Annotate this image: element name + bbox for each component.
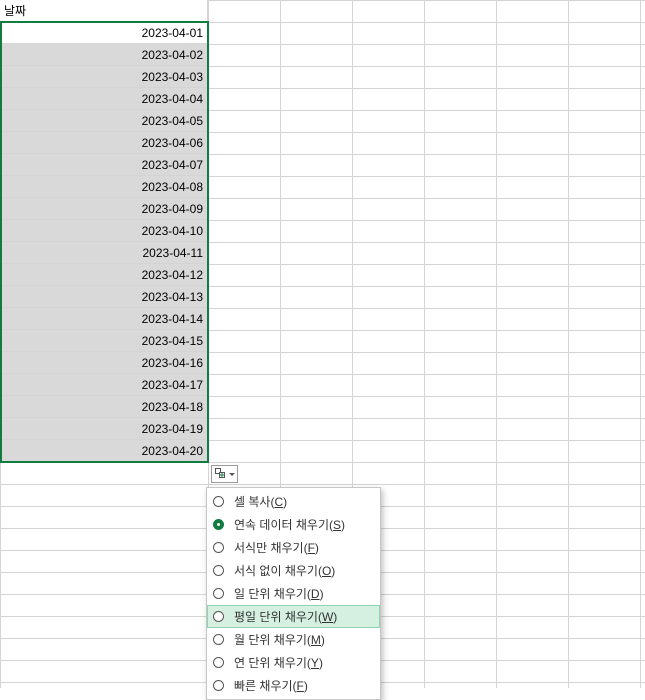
menu-item-0[interactable]: 셀 복사(C) [207, 490, 380, 513]
spreadsheet-grid[interactable]: 날짜 2023-04-012023-04-022023-04-032023-04… [0, 0, 645, 688]
menu-item-5[interactable]: 평일 단위 채우기(W) [207, 605, 380, 628]
date-cell[interactable]: 2023-04-13 [0, 286, 208, 308]
menu-item-label: 셀 복사(C) [234, 493, 370, 510]
menu-item-label: 서식만 채우기(F) [234, 539, 370, 556]
date-cell[interactable]: 2023-04-09 [0, 198, 208, 220]
radio-icon [213, 588, 224, 599]
date-cell[interactable]: 2023-04-07 [0, 154, 208, 176]
menu-item-6[interactable]: 월 단위 채우기(M) [207, 628, 380, 651]
header-cell[interactable]: 날짜 [0, 0, 208, 22]
date-cell[interactable]: 2023-04-14 [0, 308, 208, 330]
autofill-options-menu: 셀 복사(C) 연속 데이터 채우기(S) 서식만 채우기(F) 서식 없이 채우기(… [206, 487, 381, 700]
menu-item-label: 빠른 채우기(F) [234, 677, 370, 694]
date-cell[interactable]: 2023-04-04 [0, 88, 208, 110]
date-cell[interactable]: 2023-04-08 [0, 176, 208, 198]
date-cell[interactable]: 2023-04-11 [0, 242, 208, 264]
menu-item-label: 서식 없이 채우기(O) [234, 562, 370, 579]
menu-item-accelerator: O [322, 564, 331, 578]
date-cell[interactable]: 2023-04-06 [0, 132, 208, 154]
menu-item-label: 월 단위 채우기(M) [234, 631, 370, 648]
column-a: 날짜 2023-04-012023-04-022023-04-032023-04… [0, 0, 208, 462]
radio-icon [213, 680, 224, 691]
menu-item-8[interactable]: 빠른 채우기(F) [207, 674, 380, 697]
date-cell[interactable]: 2023-04-12 [0, 264, 208, 286]
date-cell[interactable]: 2023-04-10 [0, 220, 208, 242]
menu-item-accelerator: D [311, 587, 320, 601]
date-cell[interactable]: 2023-04-18 [0, 396, 208, 418]
date-cell[interactable]: 2023-04-05 [0, 110, 208, 132]
menu-item-7[interactable]: 연 단위 채우기(Y) [207, 651, 380, 674]
radio-icon [213, 565, 224, 576]
date-cell[interactable]: 2023-04-16 [0, 352, 208, 374]
date-cell[interactable]: 2023-04-02 [0, 44, 208, 66]
date-cell[interactable]: 2023-04-20 [0, 440, 208, 462]
radio-icon [213, 611, 224, 622]
menu-item-label: 평일 단위 채우기(W) [234, 608, 370, 625]
radio-icon [213, 634, 224, 645]
chevron-down-icon [229, 473, 235, 476]
menu-item-accelerator: M [311, 633, 321, 647]
menu-item-accelerator: W [322, 610, 333, 624]
menu-item-3[interactable]: 서식 없이 채우기(O) [207, 559, 380, 582]
menu-item-2[interactable]: 서식만 채우기(F) [207, 536, 380, 559]
menu-item-accelerator: S [333, 518, 341, 532]
menu-item-label: 연속 데이터 채우기(S) [234, 516, 370, 533]
menu-item-accelerator: Y [311, 656, 319, 670]
menu-item-accelerator: F [308, 541, 315, 555]
radio-icon [213, 496, 224, 507]
radio-icon [213, 542, 224, 553]
menu-item-label: 일 단위 채우기(D) [234, 585, 370, 602]
autofill-options-button[interactable] [211, 465, 238, 483]
date-cell[interactable]: 2023-04-19 [0, 418, 208, 440]
menu-item-1[interactable]: 연속 데이터 채우기(S) [207, 513, 380, 536]
menu-item-accelerator: C [274, 495, 283, 509]
date-cell[interactable]: 2023-04-01 [0, 22, 208, 44]
date-cell[interactable]: 2023-04-03 [0, 66, 208, 88]
menu-item-label: 연 단위 채우기(Y) [234, 654, 370, 671]
date-cell[interactable]: 2023-04-17 [0, 374, 208, 396]
radio-icon [213, 519, 224, 530]
menu-item-accelerator: F [297, 679, 304, 693]
date-cell[interactable]: 2023-04-15 [0, 330, 208, 352]
autofill-icon [215, 468, 227, 480]
menu-item-4[interactable]: 일 단위 채우기(D) [207, 582, 380, 605]
radio-icon [213, 657, 224, 668]
